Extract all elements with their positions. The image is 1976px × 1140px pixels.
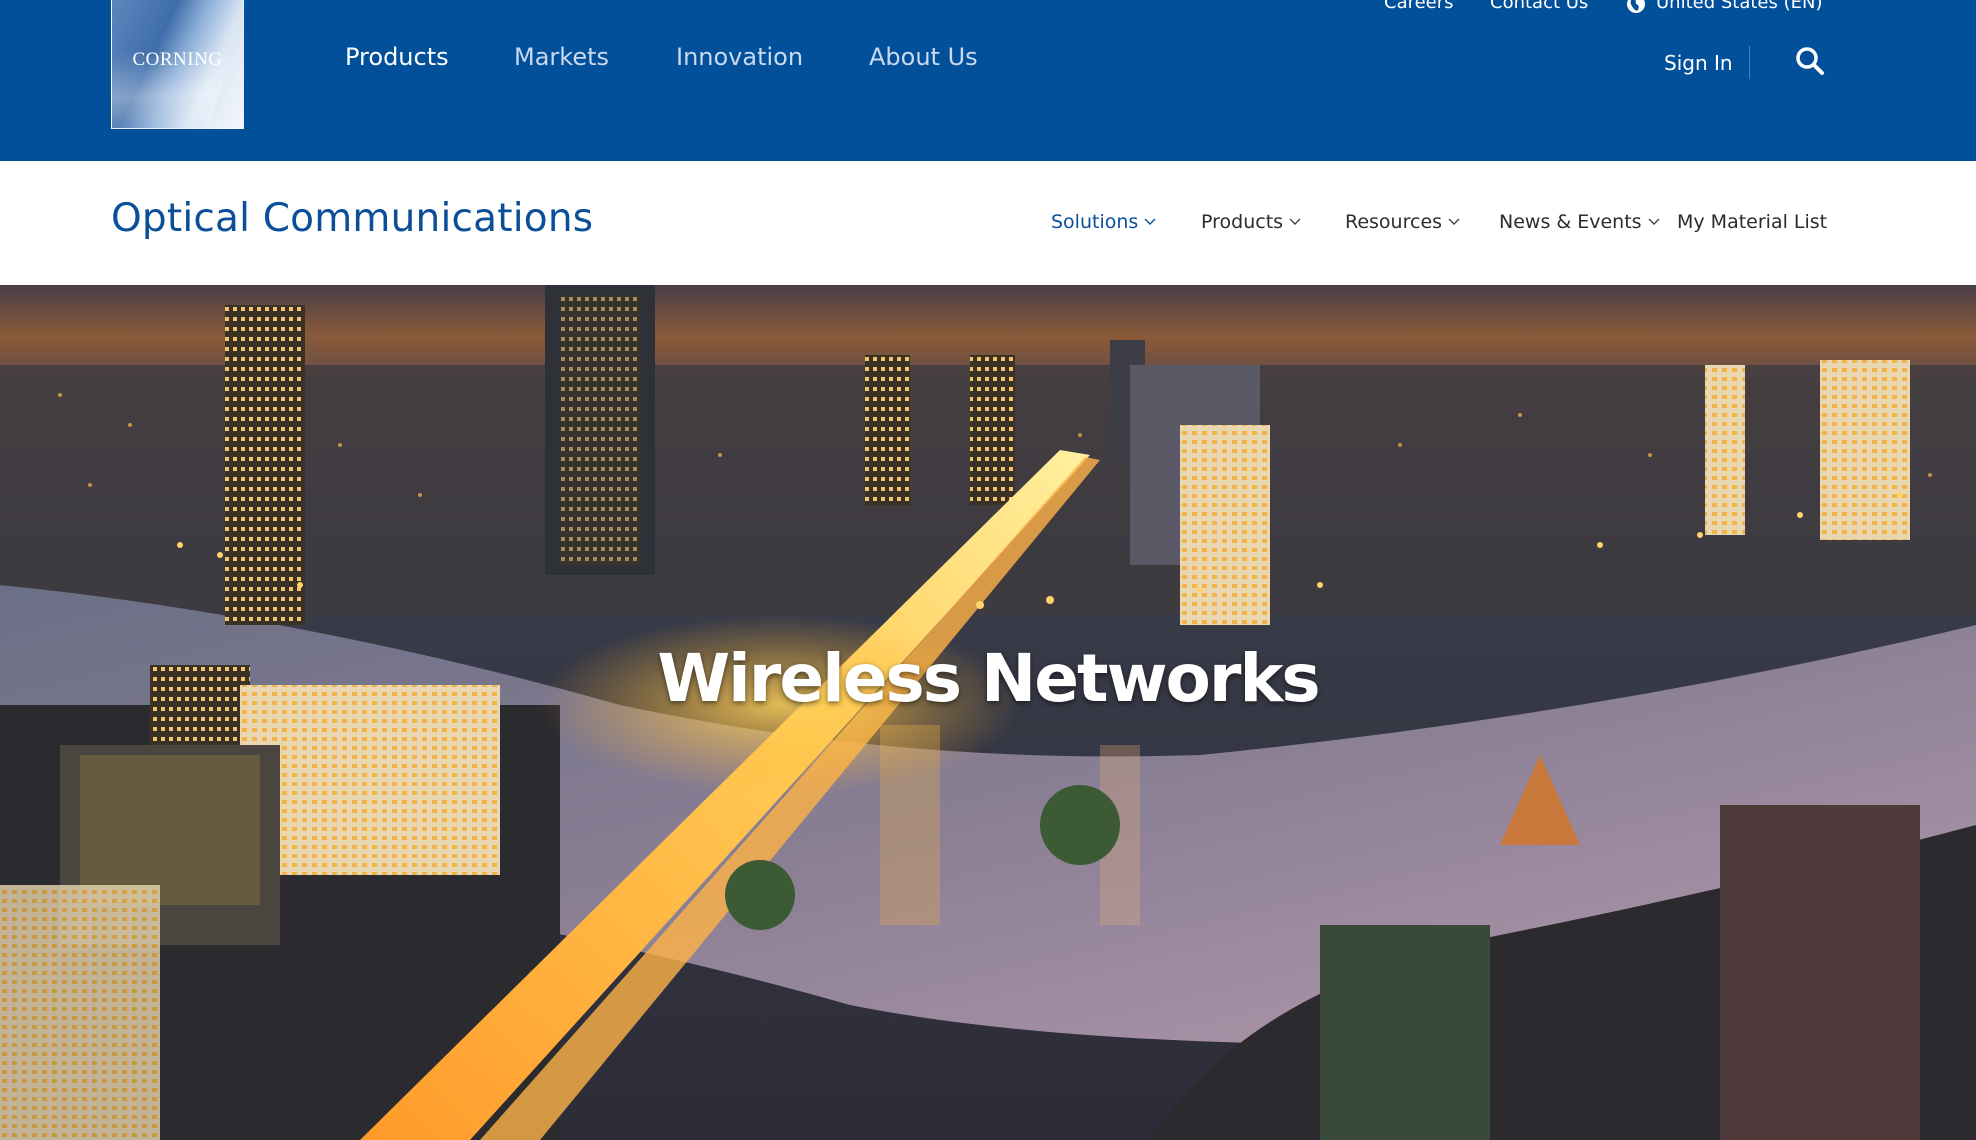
hero-title: Wireless Networks: [657, 640, 1320, 717]
subnav-label: My Material List: [1677, 211, 1828, 233]
subnav-products[interactable]: Products: [1201, 211, 1301, 233]
hero-banner: Wireless Networks: [0, 285, 1976, 1140]
subnav-news-events[interactable]: News & Events: [1499, 211, 1660, 233]
globe-icon: [1626, 0, 1646, 14]
corning-logo[interactable]: CORNING: [111, 0, 244, 129]
main-nav-markets[interactable]: Markets: [514, 43, 609, 71]
chevron-down-icon: [1144, 218, 1156, 225]
chevron-down-icon: [1289, 218, 1301, 225]
careers-link[interactable]: Careers: [1384, 0, 1454, 13]
subnav-label: News & Events: [1499, 211, 1642, 233]
subnav-label: Resources: [1345, 211, 1443, 233]
region-selector[interactable]: United States (EN): [1656, 0, 1823, 13]
subnav-my-material-list[interactable]: My Material List: [1677, 211, 1827, 233]
section-header: Optical Communications Solutions Product…: [0, 161, 1976, 285]
chevron-down-icon: [1648, 218, 1660, 225]
logo-text: CORNING: [132, 49, 223, 70]
search-icon[interactable]: [1794, 45, 1826, 77]
chevron-down-icon: [1448, 218, 1460, 225]
subnav-label: Products: [1201, 211, 1284, 233]
page-title: Optical Communications: [111, 196, 594, 241]
main-nav-innovation[interactable]: Innovation: [676, 43, 803, 71]
main-nav-products[interactable]: Products: [345, 43, 449, 71]
sign-in-link[interactable]: Sign In: [1664, 51, 1733, 75]
header-divider: [1749, 46, 1750, 79]
subnav-label: Solutions: [1051, 211, 1139, 233]
top-header: CORNING Products Markets Innovation Abou…: [0, 0, 1976, 161]
subnav-solutions[interactable]: Solutions: [1051, 211, 1156, 233]
subnav-resources[interactable]: Resources: [1345, 211, 1460, 233]
contact-us-link[interactable]: Contact Us: [1490, 0, 1588, 13]
main-nav-about-us[interactable]: About Us: [869, 43, 978, 71]
